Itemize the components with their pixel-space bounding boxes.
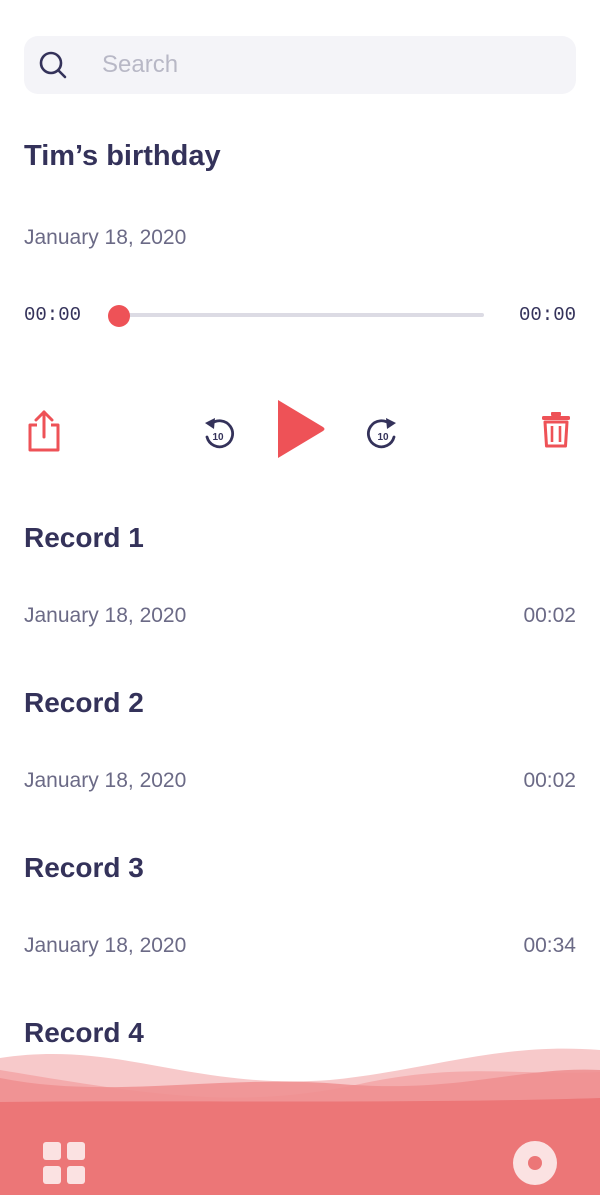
grid-icon <box>43 1142 85 1184</box>
play-icon <box>278 400 325 458</box>
record-button[interactable] <box>512 1140 558 1191</box>
search-input[interactable] <box>102 46 562 84</box>
record-duration: 00:02 <box>523 769 576 792</box>
recording-date: January 18, 2020 <box>24 226 187 249</box>
record-title: Record 1 <box>24 522 144 553</box>
search-icon <box>39 51 67 79</box>
rewind-10-button[interactable]: 10 <box>201 415 235 451</box>
list-item[interactable]: Record 3 January 18, 2020 00:34 <box>0 850 600 1010</box>
forward-seconds: 10 <box>377 432 389 443</box>
list-item[interactable]: Record 2 January 18, 2020 00:02 <box>0 685 600 845</box>
record-icon <box>513 1141 557 1185</box>
record-date: January 18, 2020 <box>24 934 187 957</box>
record-duration: 00:02 <box>523 604 576 627</box>
play-button[interactable] <box>272 396 328 462</box>
recording-title: Tim’s birthday <box>24 140 221 172</box>
forward-10-button[interactable]: 10 <box>366 415 400 451</box>
record-date: January 18, 2020 <box>24 604 187 627</box>
wave-footer <box>0 1048 600 1195</box>
record-date: January 18, 2020 <box>24 769 187 792</box>
record-title: Record 3 <box>24 852 144 883</box>
delete-button[interactable] <box>540 412 572 448</box>
forward-10-icon: 10 <box>367 418 396 449</box>
record-title: Record 2 <box>24 687 144 718</box>
elapsed-time: 00:00 <box>24 304 82 326</box>
trash-icon <box>542 412 570 448</box>
rewind-10-icon: 10 <box>205 418 234 449</box>
progress-track[interactable] <box>118 313 484 317</box>
total-time: 00:00 <box>518 304 576 326</box>
search-bar[interactable] <box>24 36 576 94</box>
list-item[interactable]: Record 1 January 18, 2020 00:02 <box>0 520 600 680</box>
rewind-seconds: 10 <box>212 432 224 443</box>
record-duration: 00:34 <box>523 934 576 957</box>
share-icon <box>28 410 60 452</box>
grid-menu-button[interactable] <box>43 1142 85 1189</box>
progress-knob[interactable] <box>108 305 130 327</box>
share-button[interactable] <box>24 408 64 454</box>
